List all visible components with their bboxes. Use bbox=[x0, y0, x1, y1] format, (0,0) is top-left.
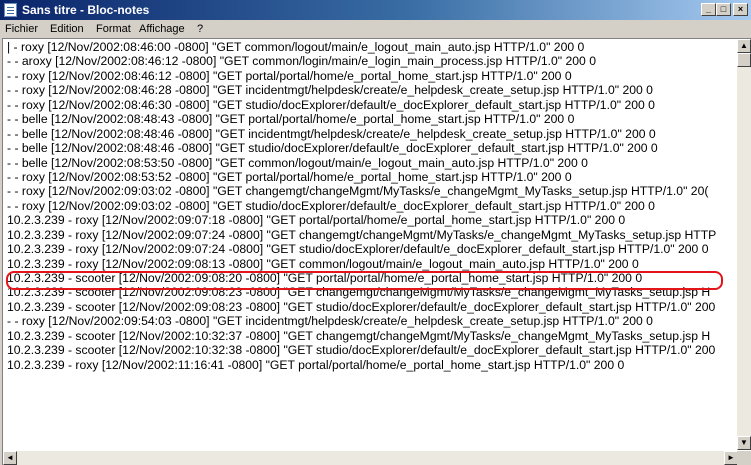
log-line: 10.2.3.239 - roxy [12/Nov/2002:09:08:13 … bbox=[7, 256, 639, 271]
horizontal-scrollbar[interactable]: ◄ ► bbox=[3, 451, 738, 465]
log-line: - - roxy [12/Nov/2002:09:03:02 -0800] "G… bbox=[7, 184, 709, 199]
log-line: - - aroxy [12/Nov/2002:08:46:12 -0800] "… bbox=[7, 54, 596, 69]
text-content: | - roxy [12/Nov/2002:08:46:00 -0800] "G… bbox=[7, 40, 737, 372]
menu-help[interactable]: ? bbox=[197, 22, 203, 36]
scroll-up-button[interactable]: ▲ bbox=[737, 39, 751, 53]
scroll-left-button[interactable]: ◄ bbox=[3, 451, 17, 465]
log-line: | - roxy [12/Nov/2002:08:46:00 -0800] "G… bbox=[7, 40, 585, 54]
log-line: - - roxy [12/Nov/2002:08:46:30 -0800] "G… bbox=[7, 97, 655, 112]
scroll-down-button[interactable]: ▼ bbox=[737, 436, 751, 450]
notepad-window: Sans titre - Bloc-notes _ □ × Fichier Ed… bbox=[0, 0, 751, 465]
log-line: - - roxy [12/Nov/2002:09:54:03 -0800] "G… bbox=[7, 314, 653, 329]
scroll-right-button[interactable]: ► bbox=[724, 451, 738, 465]
log-line: - - belle [12/Nov/2002:08:53:50 -0800] "… bbox=[7, 155, 588, 170]
log-line: - - roxy [12/Nov/2002:08:53:52 -0800] "G… bbox=[7, 169, 572, 184]
vertical-scrollbar[interactable]: ▲ ▼ bbox=[737, 39, 751, 450]
log-line: - - belle [12/Nov/2002:08:48:46 -0800] "… bbox=[7, 126, 656, 141]
maximize-button[interactable]: □ bbox=[716, 3, 731, 16]
notepad-icon[interactable] bbox=[4, 3, 17, 17]
log-line: 10.2.3.239 - scooter [12/Nov/2002:10:32:… bbox=[7, 343, 716, 358]
scroll-thumb[interactable] bbox=[737, 53, 751, 67]
log-line: - - belle [12/Nov/2002:08:48:46 -0800] "… bbox=[7, 141, 658, 156]
minimize-button[interactable]: _ bbox=[701, 3, 716, 16]
log-line: - - roxy [12/Nov/2002:08:46:28 -0800] "G… bbox=[7, 83, 653, 98]
menu-bar: Fichier Edition Format Affichage ? bbox=[0, 20, 751, 38]
menu-fichier[interactable]: Fichier bbox=[5, 22, 38, 36]
title-bar[interactable]: Sans titre - Bloc-notes _ □ × bbox=[0, 0, 751, 20]
log-line: 10.2.3.239 - roxy [12/Nov/2002:09:07:24 … bbox=[7, 242, 709, 257]
highlight-circle bbox=[6, 271, 723, 290]
log-line: - - belle [12/Nov/2002:08:48:43 -0800] "… bbox=[7, 112, 575, 127]
menu-format[interactable]: Format bbox=[96, 22, 131, 36]
close-button[interactable]: × bbox=[733, 3, 748, 16]
menu-affichage[interactable]: Affichage bbox=[139, 22, 185, 36]
log-line: 10.2.3.239 - scooter [12/Nov/2002:10:32:… bbox=[7, 328, 711, 343]
log-line: - - roxy [12/Nov/2002:08:46:12 -0800] "G… bbox=[7, 68, 572, 83]
scrollbar-corner bbox=[737, 451, 751, 465]
log-line: 10.2.3.239 - scooter [12/Nov/2002:09:08:… bbox=[7, 299, 716, 314]
menu-edition[interactable]: Edition bbox=[50, 22, 84, 36]
log-line-highlighted: 10.2.3.239 - roxy [12/Nov/2002:09:07:18 … bbox=[7, 213, 626, 228]
log-line: 10.2.3.239 - roxy [12/Nov/2002:09:07:24 … bbox=[7, 227, 717, 242]
log-line: 10.2.3.239 - roxy [12/Nov/2002:11:16:41 … bbox=[7, 357, 625, 372]
window-title: Sans titre - Bloc-notes bbox=[22, 3, 150, 17]
text-edit-area[interactable]: | - roxy [12/Nov/2002:08:46:00 -0800] "G… bbox=[2, 38, 751, 465]
log-line: - - roxy [12/Nov/2002:09:03:02 -0800] "G… bbox=[7, 198, 655, 213]
